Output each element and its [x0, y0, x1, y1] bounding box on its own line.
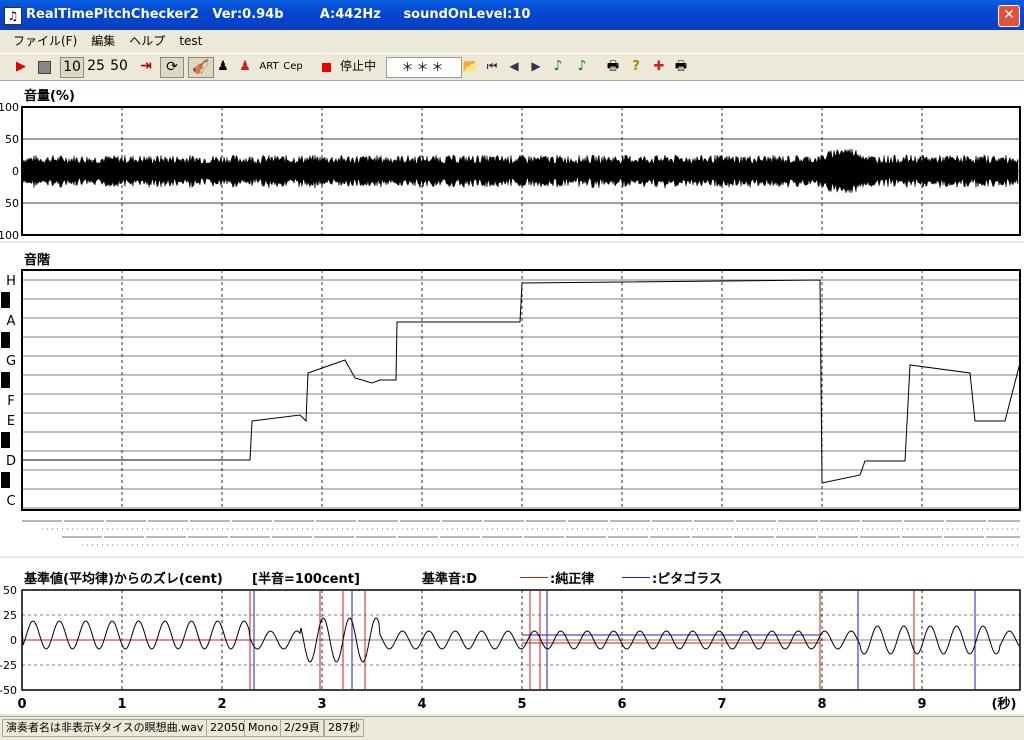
loop-icon[interactable]: ⟳ [160, 57, 184, 78]
open-folder-icon[interactable]: 📂 [462, 57, 480, 76]
menu-help[interactable]: ヘルプ [122, 31, 172, 51]
window-title: RealTimePitchChecker2 Ver:0.94b A:442Hz … [26, 7, 531, 22]
cent-y-label: -25 [0, 659, 17, 672]
help-icon[interactable]: ? [628, 57, 644, 76]
volume-y-label: 100 [0, 101, 19, 114]
next-icon[interactable]: ▶ [528, 57, 544, 76]
stop-icon[interactable] [34, 57, 54, 76]
note-label: H [6, 274, 16, 289]
menu-test[interactable]: test [172, 31, 209, 51]
volume-y-label: 50 [5, 133, 19, 146]
status-channels: Mono [244, 719, 282, 737]
note-label: G [6, 354, 16, 369]
menu-bar: ファイル(F) 編集 ヘルプ test [0, 31, 1024, 51]
menu-edit[interactable]: 編集 [84, 31, 122, 51]
black-key [1, 472, 10, 488]
black-key [1, 372, 10, 388]
volume-y-label: 0 [12, 165, 19, 178]
note-label: C [6, 494, 15, 509]
skip-start-icon[interactable]: ⏮ [484, 57, 500, 76]
time-tick-label: 5 [517, 697, 526, 712]
cent-y-label: 50 [3, 584, 17, 597]
note-display: ＊＊＊ [386, 57, 462, 78]
status-file: 演奏者名は非表示¥タイスの瞑想曲.wav [2, 719, 208, 737]
toolbar: ▶ 10 25 50 ⇥ ⟳ 🎻 ♟ ♟ ART Cep 停止中 ＊＊＊ 📂 ⏮… [0, 53, 1024, 81]
status-bar: 演奏者名は非表示¥タイスの瞑想曲.wav 22050 Mono 2/29頁 28… [0, 716, 1024, 739]
person-red-icon[interactable]: ♟ [236, 57, 254, 76]
volume-y-label: 100 [0, 229, 19, 241]
status-page: 2/29頁 [280, 719, 324, 737]
time-unit-label: (秒) [992, 696, 1017, 712]
volume-panel: 音量(%) 100 50 0 50 100 [0, 81, 1024, 241]
time-tick-label: 1 [117, 697, 126, 712]
time-tick-label: 7 [717, 697, 726, 712]
person-icon[interactable]: ♟ [214, 57, 232, 76]
volume-chart: 100 50 0 50 100 [0, 101, 1021, 241]
time-tick-label: 8 [817, 697, 826, 712]
play-icon[interactable]: ▶ [12, 57, 30, 76]
volume-y-label: 50 [5, 197, 19, 210]
black-key [1, 332, 10, 348]
cent-y-label: 25 [3, 609, 17, 622]
black-key [1, 292, 10, 308]
prev-icon[interactable]: ◀ [506, 57, 522, 76]
status-length: 287秒 [324, 719, 364, 737]
cent-chart: 50 25 0 -25 -50 0 1 2 3 4 5 6 7 8 9 (秒) [0, 584, 1021, 712]
note-label: F [7, 394, 14, 409]
count-10-button[interactable]: 10 [60, 57, 84, 78]
note-label: E [7, 414, 15, 429]
title-bar: ♫ RealTimePitchChecker2 Ver:0.94b A:442H… [0, 0, 1024, 30]
time-tick-label: 9 [917, 697, 926, 712]
time-tick-label: 0 [17, 697, 26, 712]
scale-panel: 音階 HAGFEDC [0, 243, 1024, 556]
scale-chart: H A G FE D C [1, 269, 1021, 546]
cent-y-label: -50 [0, 684, 17, 697]
cent-y-label: 0 [10, 634, 17, 647]
violin-icon[interactable]: 🎻 [188, 57, 214, 78]
note-alt-icon[interactable]: ♪ [574, 57, 590, 76]
time-tick-label: 6 [617, 697, 626, 712]
black-key [1, 432, 10, 448]
app-icon: ♫ [4, 7, 22, 25]
note-icon[interactable]: ♪ [550, 57, 566, 76]
print-icon[interactable]: 🖶 [604, 57, 622, 76]
print-setup-icon[interactable]: 🖶 [672, 57, 690, 76]
note-label: A [7, 314, 16, 329]
jump-end-icon[interactable]: ⇥ [136, 57, 156, 76]
art-button[interactable]: ART [258, 57, 280, 76]
status-label: 停止中 [339, 59, 376, 73]
time-tick-label: 3 [317, 697, 326, 712]
close-button[interactable]: ✕ [998, 5, 1020, 27]
cep-button[interactable]: Cep [282, 57, 304, 76]
status-rate: 22050 [206, 719, 249, 737]
cent-panel: 基準値(平均律)からのズレ(cent) [半音=100cent] 基準音:D :… [0, 558, 1024, 714]
note-label: D [6, 454, 16, 469]
count-50-button[interactable]: 50 [108, 57, 130, 76]
record-stop-icon[interactable] [318, 57, 334, 76]
marker-icon[interactable]: ✚ [650, 57, 668, 76]
menu-file[interactable]: ファイル(F) [6, 31, 84, 51]
time-tick-label: 2 [217, 697, 226, 712]
time-tick-label: 4 [417, 697, 426, 712]
count-25-button[interactable]: 25 [86, 57, 106, 76]
